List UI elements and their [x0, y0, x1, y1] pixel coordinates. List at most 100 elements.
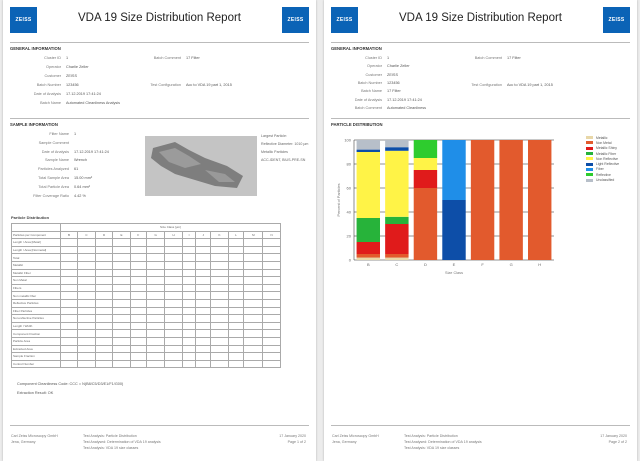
chart-legend: Metallic Non Metal Metallic Shiny Metallic …	[586, 135, 619, 183]
table-cell	[146, 352, 166, 361]
table-cell	[195, 344, 212, 354]
table-cell	[129, 245, 148, 255]
x-tick-label: G	[510, 262, 513, 267]
table-cell	[129, 238, 148, 247]
table-cell	[77, 276, 96, 285]
table-cell	[146, 336, 166, 346]
legend-swatch	[586, 141, 593, 145]
field-value: 4.42 %	[74, 193, 86, 198]
table-cell	[262, 238, 281, 247]
y-tick-label: 60	[347, 186, 352, 191]
row-label: Length / Area [Nonmetal]	[11, 245, 61, 255]
first-column-header: Particles per Component	[11, 230, 61, 240]
field-value: 61	[74, 167, 79, 172]
table-cell	[129, 321, 148, 331]
field-row: Filter Coverage Ratio 4.42 %	[9, 194, 86, 198]
page-header: ZEISS VDA 19 Size Distribution Report ZE…	[3, 0, 316, 40]
legend-label: Non Reflective	[596, 156, 619, 161]
table-cell	[243, 336, 264, 346]
size-class-letter: E	[112, 230, 131, 240]
bar-segment	[442, 140, 466, 200]
page-footer: Carl Zeiss Microscopy GmbH Jena, Germany…	[324, 425, 637, 461]
bar-segment	[385, 216, 409, 224]
particle-notes: Largest Particle: Reflective Diameter: 10…	[261, 132, 308, 164]
table-cell	[243, 283, 264, 293]
footer-line: Test Analysis: VDA 19 size classes	[404, 446, 460, 450]
field-label: Filter Coverage Ratio	[33, 193, 69, 198]
size-class-letter: B	[59, 230, 79, 240]
table-cell	[77, 306, 96, 316]
table-cell	[146, 298, 166, 308]
divider	[10, 42, 309, 43]
table-cell	[146, 314, 166, 323]
footer-line: Jena, Germany	[332, 440, 357, 444]
field-value: 17.12.2019 17:41:24	[66, 92, 101, 96]
size-class-letter: F	[129, 230, 148, 240]
size-class-letter: M	[243, 230, 264, 240]
table-cell	[77, 314, 96, 323]
table-cell	[195, 336, 212, 346]
particle-note: Reflective Diameter: 1010 µm	[261, 142, 309, 146]
field-label: Batch Comment	[153, 56, 181, 60]
table-cell	[181, 268, 197, 278]
table-cell	[112, 329, 131, 338]
size-class-letter: I	[181, 230, 197, 240]
field-row: Batch Number 123456	[330, 81, 400, 85]
table-cell	[94, 329, 114, 338]
table-cell	[210, 245, 229, 255]
row-label: Non Metal	[11, 276, 61, 285]
table-cell	[210, 291, 229, 300]
table-cell	[129, 283, 148, 293]
table-cell	[227, 238, 245, 247]
table-cell	[195, 245, 212, 255]
table-row: Particle Area	[11, 336, 281, 346]
bar-segment	[385, 150, 409, 217]
table-cell	[112, 283, 131, 293]
table-cell	[77, 321, 96, 331]
table-cell	[181, 245, 197, 255]
row-label: Sample Fraction	[11, 352, 61, 361]
legend-swatch	[586, 152, 593, 156]
table-cell	[59, 329, 79, 338]
table-row: Reflective Particles	[11, 298, 281, 308]
table-cell	[112, 314, 131, 323]
size-class-header: Size Class [µm]	[60, 223, 281, 232]
table-cell	[77, 253, 96, 262]
field-value: 17 Filter	[507, 56, 521, 60]
row-label: Component Fraction	[11, 329, 61, 338]
divider	[331, 42, 630, 43]
x-tick-label: D	[424, 262, 427, 267]
footer-analysis: Test Analysis: Particle Distribution Tes…	[404, 433, 554, 451]
table-cell	[181, 238, 197, 247]
table-cell	[164, 336, 183, 346]
table-cell	[210, 276, 229, 285]
field-value: 17 Filter	[186, 56, 200, 60]
table-cell	[77, 268, 96, 278]
bar-segment	[385, 140, 409, 148]
bar-segment	[413, 188, 438, 260]
table-cell	[227, 359, 245, 369]
legend-label: Fiber	[596, 167, 604, 172]
legend-label: Unclassified	[596, 178, 615, 183]
field-value: Charlie Zeller	[387, 64, 410, 69]
table-cell	[112, 260, 131, 270]
table-cell	[243, 344, 264, 354]
table-cell	[146, 321, 166, 331]
table-row: Metallic	[11, 260, 281, 270]
table-cell	[227, 283, 245, 293]
table-cell	[210, 238, 229, 247]
field-value: 17.12.2019 17:41:24	[387, 97, 422, 102]
bar-segment	[385, 224, 409, 254]
field-label: Sample Comment	[38, 140, 69, 145]
legend-item: Unclassified	[586, 177, 619, 182]
field-label: Date of Analysis	[41, 149, 69, 154]
size-class-letter: D	[94, 230, 114, 240]
field-value: 1	[387, 56, 390, 60]
table-cell	[262, 336, 281, 346]
table-row: Non Metal	[11, 276, 281, 285]
table-row: Length / Area [Nonmetal]	[11, 245, 281, 255]
field-row: Batch Comment 17 Filter	[133, 56, 200, 60]
table-cell	[94, 283, 114, 293]
table-cell	[243, 306, 264, 316]
table-cell	[94, 245, 114, 255]
